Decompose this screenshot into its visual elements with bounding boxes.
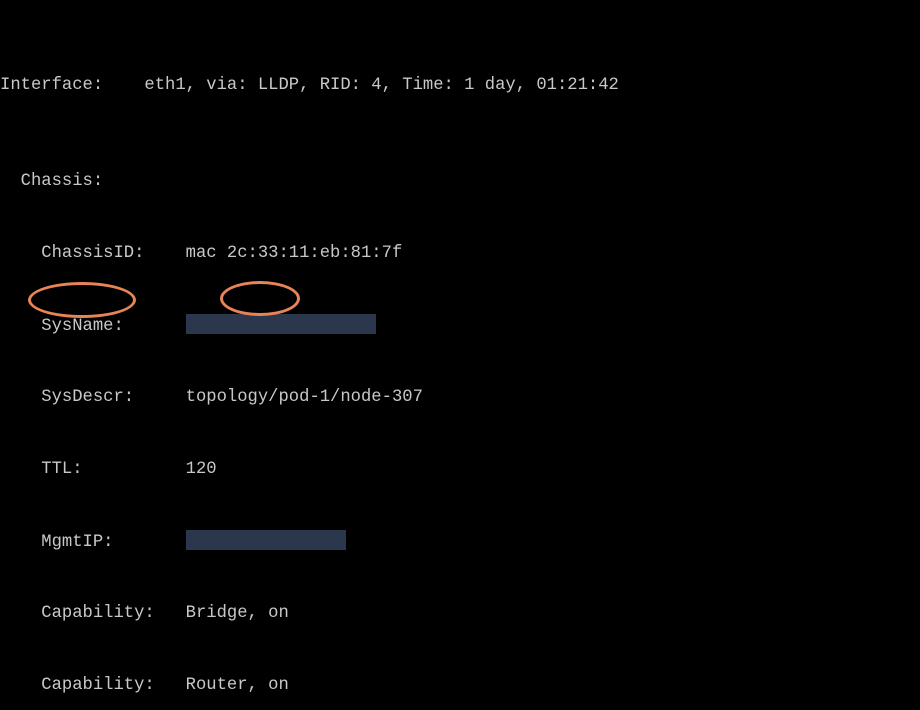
ttl-line: TTL: 120 [0,458,920,482]
sysname-line: SysName: [0,314,920,338]
sysname-redacted [186,314,376,334]
sysdescr-line: SysDescr: topology/pod-1/node-307 [0,386,920,410]
sysname-label: SysName: [0,317,186,336]
chassis-id: ChassisID: mac 2c:33:11:eb:81:7f [0,242,920,266]
annotation-circle-local [220,281,300,316]
terminal-output: Interface: eth1, via: LLDP, RID: 4, Time… [0,0,920,710]
capability-bridge: Capability: Bridge, on [0,602,920,626]
capability-router: Capability: Router, on [0,674,920,698]
chassis-header: Chassis: [0,170,920,194]
mgmtip-line: MgmtIP: [0,530,920,554]
mgmtip-label: MgmtIP: [0,533,186,552]
annotation-circle-portid [28,282,136,318]
mgmtip-redacted [186,530,346,550]
interface-line: Interface: eth1, via: LLDP, RID: 4, Time… [0,74,920,98]
